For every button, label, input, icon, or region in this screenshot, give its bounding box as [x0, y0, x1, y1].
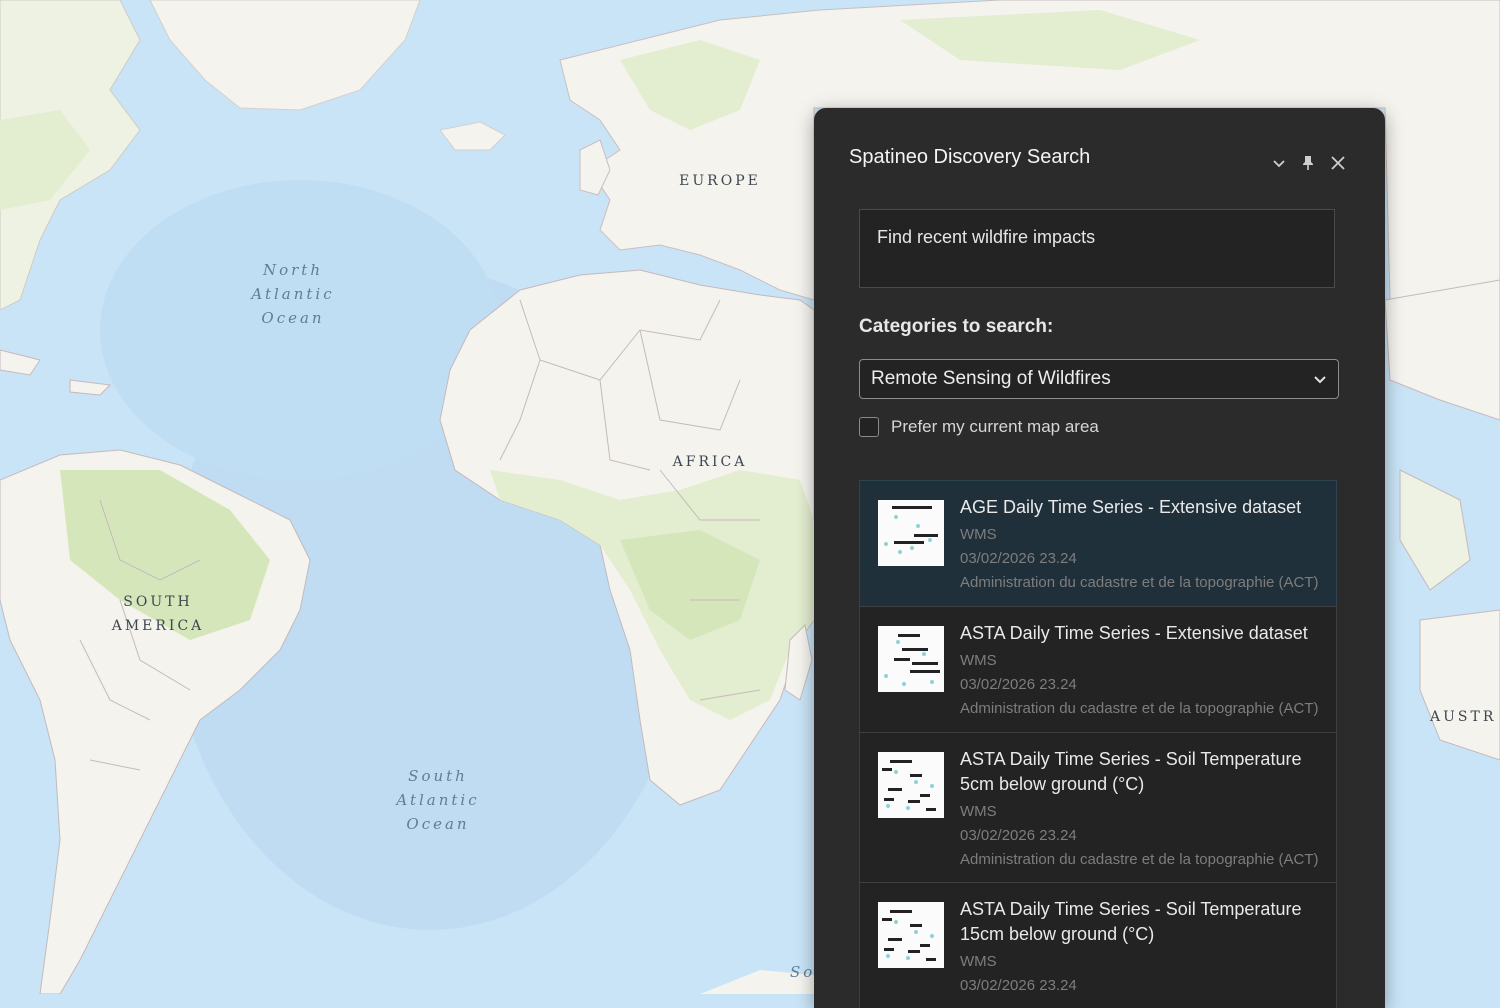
result-date: 03/02/2026 23.24	[960, 676, 1077, 693]
prefer-map-area-option[interactable]: Prefer my current map area	[859, 417, 1099, 437]
result-date: 03/02/2026 23.24	[960, 827, 1077, 844]
result-item[interactable]: ASTA Daily Time Series - Soil Temperatur…	[859, 882, 1337, 1008]
result-provider: Administration du cadastre et de la topo…	[960, 700, 1319, 717]
prefer-map-area-label: Prefer my current map area	[891, 417, 1099, 436]
result-title: AGE Daily Time Series - Extensive datase…	[960, 497, 1302, 517]
map-label-europe: EUROPE	[679, 173, 761, 189]
result-title: ASTA Daily Time Series - Extensive datas…	[960, 623, 1308, 643]
map-label-north-atlantic: North Atlantic Ocean	[251, 261, 335, 327]
chevron-down-icon	[1273, 160, 1285, 168]
result-date: 03/02/2026 23.24	[960, 550, 1077, 567]
close-icon	[1331, 156, 1345, 170]
panel-title: Spatineo Discovery Search	[849, 146, 1091, 168]
result-thumbnail	[878, 752, 944, 818]
result-thumbnail	[878, 500, 944, 566]
result-thumbnail	[878, 626, 944, 692]
result-item[interactable]: AGE Daily Time Series - Extensive datase…	[859, 480, 1337, 607]
result-type: WMS	[960, 953, 997, 970]
close-button[interactable]	[1327, 152, 1349, 174]
pin-icon	[1303, 156, 1313, 170]
chevron-down-icon	[1314, 376, 1326, 384]
result-title: ASTA Daily Time Series - Soil Temperatur…	[960, 749, 1302, 794]
map-label-south-atlantic: South Atlantic Ocean	[396, 767, 480, 833]
discovery-search-panel: Spatineo Discovery Search Find recent wi…	[814, 108, 1385, 1008]
map-label-africa: AFRICA	[672, 454, 748, 470]
collapse-button[interactable]	[1268, 152, 1290, 174]
search-input[interactable]: Find recent wildfire impacts	[859, 209, 1335, 288]
results-list: AGE Daily Time Series - Extensive datase…	[859, 480, 1337, 1008]
map-label-australia: AUSTR	[1430, 709, 1497, 725]
result-item[interactable]: ASTA Daily Time Series - Soil Temperatur…	[859, 732, 1337, 883]
result-date: 03/02/2026 23.24	[960, 977, 1077, 994]
category-selected-value: Remote Sensing of Wildfires	[871, 368, 1111, 389]
prefer-map-area-checkbox[interactable]	[859, 417, 879, 437]
result-title: ASTA Daily Time Series - Soil Temperatur…	[960, 899, 1302, 944]
result-type: WMS	[960, 803, 997, 820]
result-thumbnail	[878, 902, 944, 968]
result-provider: Administration du cadastre et de la topo…	[960, 574, 1319, 591]
result-type: WMS	[960, 652, 997, 669]
category-dropdown[interactable]: Remote Sensing of Wildfires	[859, 359, 1339, 399]
result-provider: Administration du cadastre et de la topo…	[960, 851, 1319, 868]
pin-button[interactable]	[1297, 152, 1319, 174]
result-type: WMS	[960, 526, 997, 543]
result-item[interactable]: ASTA Daily Time Series - Extensive datas…	[859, 606, 1337, 733]
map-label-south-america: SOUTH AMERICA	[111, 594, 205, 634]
categories-label: Categories to search:	[859, 316, 1054, 337]
